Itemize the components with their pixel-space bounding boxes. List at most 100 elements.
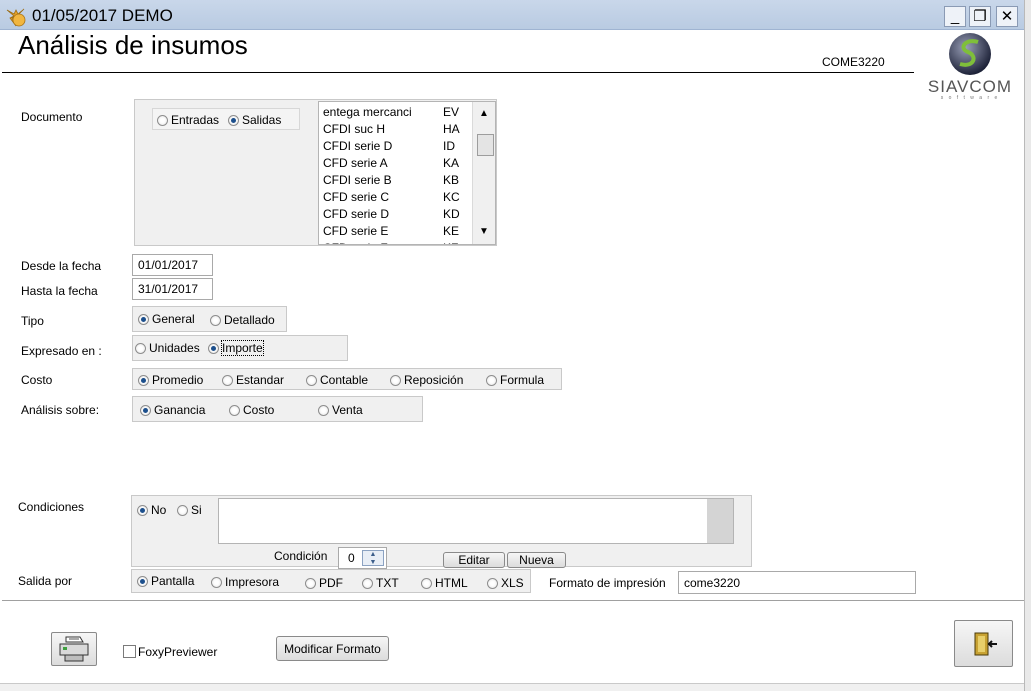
condicion-stepper[interactable]: 0 ▲ ▼ [338,547,387,569]
scroll-up-icon[interactable]: ▲ [479,108,489,119]
radio-unidades[interactable]: Unidades [135,341,200,355]
radio-pdf[interactable]: PDF [305,576,343,590]
scroll-thumb[interactable] [477,134,494,156]
radio-label: Si [191,503,202,517]
radio-promedio[interactable]: Promedio [138,373,203,387]
condiciones-textarea[interactable] [218,498,734,544]
radio-venta[interactable]: Venta [318,403,363,417]
radio-label: General [152,312,195,326]
radio-no[interactable]: No [137,503,166,517]
print-button[interactable] [51,632,97,666]
documento-listbox[interactable]: entega mercanci EV CFDI suc H HA CFDI serie … [318,101,496,245]
radio-detallado[interactable]: Detallado [210,313,275,327]
radio-label: Reposición [404,373,464,387]
costo-group: Promedio Estandar Contable Reposición Fo… [132,368,562,390]
radio-estandar[interactable]: Estandar [222,373,284,387]
radio-importe[interactable]: Importe [208,340,264,356]
documento-type-group: Entradas Salidas [152,108,300,130]
radio-dot [390,374,401,386]
desde-label: Desde la fecha [21,259,102,273]
hasta-input[interactable]: 31/01/2017 [132,278,213,300]
radio-reposicion[interactable]: Reposición [390,373,463,387]
close-button[interactable]: ✕ [996,6,1018,27]
salida-group: Pantalla Impresora PDF TXT HTML XLS [131,569,531,593]
list-scrollbar[interactable]: ▲ ▼ [472,102,495,244]
list-item[interactable]: CFDI suc H [323,122,385,136]
list-item-code: KC [443,190,460,204]
radio-dot [222,374,233,386]
radio-impresora[interactable]: Impresora [211,575,279,589]
scroll-down-icon[interactable]: ▼ [479,226,489,237]
radio-contable[interactable]: Contable [306,373,368,387]
footer-divider [2,600,1024,601]
desde-input[interactable]: 01/01/2017 [132,254,213,276]
radio-label: Pantalla [151,574,195,588]
expresado-group: Unidades Importe [132,335,348,361]
foxy-label: FoxyPreviewer [138,645,218,659]
formato-input[interactable]: come3220 [678,571,916,594]
radio-dot [306,374,317,386]
radio-dot [305,577,316,589]
radio-dot [137,504,148,516]
list-item[interactable]: CFD serie A [323,156,388,170]
radio-dot [228,114,239,126]
list-item-code: KB [443,173,460,187]
list-item[interactable]: CFD serie D [323,207,389,221]
radio-si[interactable]: Si [177,503,202,517]
costo-label: Costo [21,373,53,387]
radio-dot [486,374,497,386]
list-item-code: HA [443,122,460,136]
radio-ganancia[interactable]: Ganancia [140,403,205,417]
spinner-arrows-icon[interactable]: ▲ ▼ [362,550,384,566]
radio-general[interactable]: General [138,312,195,326]
foxy-checkbox[interactable] [123,645,136,658]
radio-label: PDF [319,576,343,590]
list-item[interactable]: entega mercanci [323,105,412,119]
radio-txt[interactable]: TXT [362,576,399,590]
list-item[interactable]: CFDI serie D [323,139,392,153]
nueva-button[interactable]: Nueva [507,552,566,568]
radio-label: No [151,503,167,517]
radio-dot [210,314,221,326]
list-item[interactable]: CFDI serie B [323,173,392,187]
radio-dot [177,504,188,516]
logo-text: SIAVCOM [927,77,1013,96]
minimize-button[interactable]: _ [944,6,966,27]
radio-label: Costo [243,403,275,417]
documento-list: entega mercanci EV CFDI suc H HA CFDI serie … [319,102,469,244]
radio-label: Promedio [152,373,204,387]
radio-dot [138,313,149,325]
radio-salidas[interactable]: Salidas [228,113,281,127]
radio-xls[interactable]: XLS [487,576,524,590]
radio-costo[interactable]: Costo [229,403,274,417]
documento-label: Documento [21,110,83,124]
radio-label: Detallado [224,313,275,327]
radio-label: Estandar [236,373,285,387]
exit-button[interactable] [954,620,1013,667]
radio-label: Entradas [171,113,220,127]
radio-dot [487,577,498,589]
list-item-code: KD [443,207,460,221]
modificar-formato-button[interactable]: Modificar Formato [276,636,389,661]
exit-door-icon [974,632,997,655]
radio-entradas[interactable]: Entradas [157,113,219,127]
list-item[interactable]: CFD serie F [323,241,388,244]
window-edge [1024,0,1031,691]
minimize-icon: _ [950,8,960,25]
list-item-code: ID [443,139,455,153]
formato-label: Formato de impresión [549,576,666,590]
radio-html[interactable]: HTML [421,576,468,590]
header-divider [2,72,914,73]
textarea-scrollbar[interactable] [707,499,733,543]
restore-button[interactable]: ❐ [969,6,991,27]
list-item[interactable]: CFD serie C [323,190,389,204]
radio-pantalla[interactable]: Pantalla [137,574,194,588]
radio-label: Venta [332,403,363,417]
list-item[interactable]: CFD serie E [323,224,388,238]
radio-dot [137,575,148,587]
editar-button[interactable]: Editar [443,552,505,568]
radio-formula[interactable]: Formula [486,373,544,387]
list-item-code: KE [443,224,460,238]
radio-dot [135,342,146,354]
radio-label: HTML [435,576,468,590]
